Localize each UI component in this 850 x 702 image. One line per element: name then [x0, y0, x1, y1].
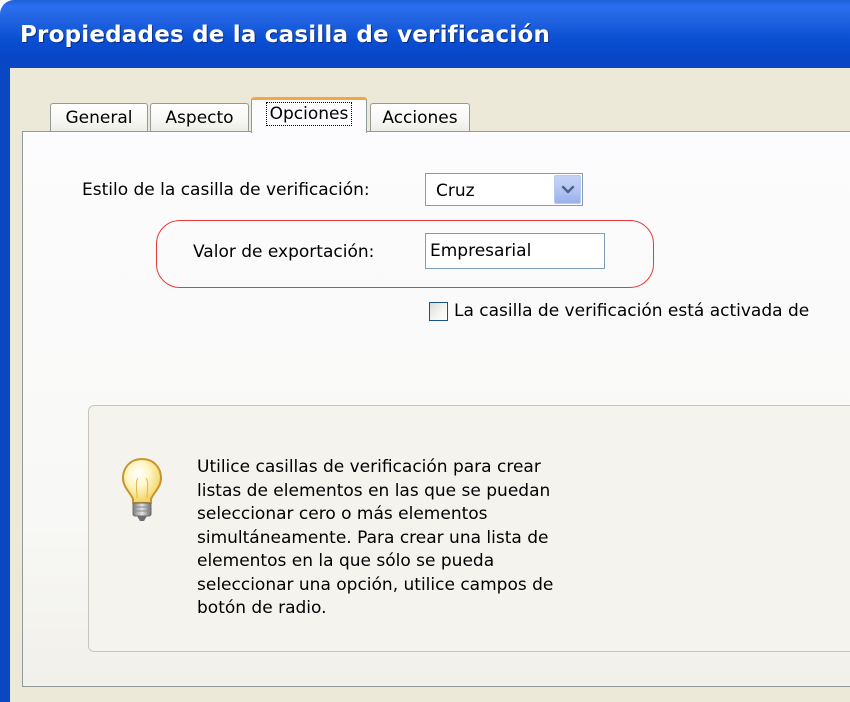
export-value-text: Empresarial	[430, 241, 532, 261]
style-label: Estilo de la casilla de verificación:	[82, 180, 370, 200]
default-checked-checkbox[interactable]	[429, 302, 448, 321]
export-value-field[interactable]: Empresarial	[425, 233, 605, 269]
lightbulb-icon	[120, 456, 164, 528]
default-checked-label[interactable]: La casilla de verificación está activada…	[454, 301, 809, 321]
info-line: botón de radio.	[197, 598, 327, 618]
info-line: elementos en la que sólo se pueda	[197, 551, 495, 571]
info-line: Utilice casillas de verificación para cr…	[197, 457, 541, 477]
info-text: Utilice casillas de verificación para cr…	[197, 456, 617, 621]
dialog-window: Propiedades de la casilla de verificació…	[0, 0, 850, 702]
info-line: seleccionar cero o más elementos	[197, 504, 488, 524]
panel-content: Estilo de la casilla de verificación: Cr…	[0, 0, 850, 702]
style-dropdown-value: Cruz	[436, 181, 475, 201]
export-value-label: Valor de exportación:	[193, 242, 375, 262]
dropdown-button[interactable]	[554, 175, 581, 204]
style-dropdown[interactable]: Cruz	[425, 173, 583, 206]
info-line: listas de elementos en las que se puedan	[197, 480, 551, 501]
info-line: simultáneamente. Para crear una lista de	[197, 527, 549, 548]
chevron-down-icon	[561, 185, 575, 194]
info-line: seleccionar una opción, utilice campos d…	[197, 574, 554, 595]
